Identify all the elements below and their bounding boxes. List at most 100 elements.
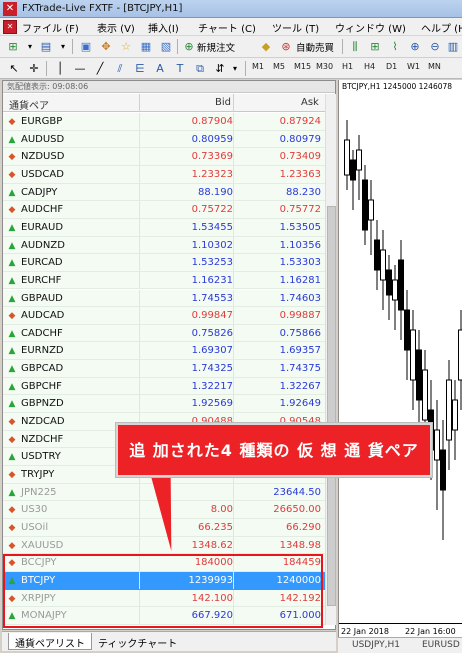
tab-symbol-list[interactable]: 通貨ペアリスト (8, 633, 92, 650)
symbol-row[interactable]: ▲ GBPCAD 1.74325 1.74375 (3, 360, 325, 378)
symbol-row[interactable]: ▲ EURAUD 1.53455 1.53505 (3, 218, 325, 237)
symbol-row[interactable]: ◆ NZDUSD 0.73369 0.73409 (3, 148, 325, 166)
zoom-in-icon[interactable]: ⊕ (407, 39, 423, 55)
new-chart-icon[interactable]: ⊞ (5, 39, 21, 55)
menu-file[interactable]: ファイル (F) (22, 20, 79, 35)
tile-windows-icon[interactable]: ▥ (445, 39, 461, 55)
ask-value: 23644.50 (273, 486, 321, 498)
timeframe-m30[interactable]: M30 (316, 62, 333, 71)
trendline-icon[interactable]: ╱ (92, 61, 108, 77)
dropdown-icon[interactable]: ▾ (227, 61, 243, 77)
candle-body (392, 279, 398, 301)
symbol-row[interactable]: ▲ GBPAUD 1.74553 1.74603 (3, 289, 325, 308)
new-order-icon[interactable]: ⊕ (181, 39, 197, 55)
profiles-icon[interactable]: ▤ (38, 39, 54, 55)
symbol-row[interactable]: ▲ EURCAD 1.53253 1.53303 (3, 254, 325, 272)
menu-chart[interactable]: チャート (C) (198, 20, 256, 35)
symbol-row[interactable]: ▲ GBPCHF 1.32217 1.32267 (3, 377, 325, 396)
column-divider (139, 183, 140, 201)
crosshair-icon[interactable]: ✛ (26, 61, 42, 77)
auto-trade-button[interactable]: 自動売買 (296, 40, 334, 54)
bid-value: 1348.62 (191, 539, 233, 551)
chart-tab-usdjpy[interactable]: USDJPY,H1 (352, 640, 400, 650)
timeframe-h4[interactable]: H4 (364, 62, 375, 71)
header-divider[interactable] (139, 94, 140, 112)
symbol-row[interactable]: ▲ AUDUSD 0.80959 0.80979 (3, 130, 325, 149)
timeframe-m5[interactable]: M5 (273, 62, 285, 71)
vertical-line-icon[interactable]: │ (52, 61, 68, 77)
menu-help[interactable]: ヘルプ (H) (421, 20, 462, 35)
timeframe-d1[interactable]: D1 (386, 62, 397, 71)
column-divider (233, 360, 234, 377)
cursor-icon[interactable]: ↖ (6, 61, 22, 77)
candlestick-icon[interactable]: ⊞ (367, 39, 383, 55)
dropdown-icon[interactable]: ▾ (22, 39, 38, 55)
fibonacci-icon[interactable]: ⋿ (132, 61, 148, 77)
symbol-name: GBPCHF (21, 380, 62, 392)
terminal-icon[interactable]: ▦ (138, 39, 154, 55)
chart-tab-eurusd[interactable]: EURUSD (422, 640, 460, 650)
shapes-icon[interactable]: ⇵ (212, 61, 228, 77)
vertical-scrollbar[interactable] (325, 94, 336, 625)
price-chart[interactable]: BTCJPY,H1 1245000 1246078 22 Jan 2018 22… (338, 80, 462, 650)
down-arrow-icon: ◆ (8, 434, 16, 445)
text-label-icon[interactable]: T (172, 61, 188, 77)
ask-value: 0.75772 (279, 204, 321, 216)
timeframe-w1[interactable]: W1 (407, 62, 420, 71)
zoom-out-icon[interactable]: ⊖ (427, 39, 443, 55)
new-order-button[interactable]: 新規注文 (197, 40, 235, 54)
header-symbol[interactable]: 通貨ペア (9, 97, 49, 112)
candle-body (434, 429, 440, 461)
symbol-row[interactable]: ▲ CADCHF 0.75826 0.75866 (3, 324, 325, 343)
symbol-name: NZDCAD (21, 416, 65, 428)
down-arrow-icon: ◆ (8, 522, 16, 533)
data-window-icon[interactable]: ☆ (118, 39, 134, 55)
horizontal-line-icon[interactable]: — (72, 61, 88, 77)
candle-body (410, 329, 416, 381)
symbol-row[interactable]: ◆ AUDCAD 0.99847 0.99887 (3, 307, 325, 325)
child-window-icon[interactable]: ✕ (3, 20, 17, 34)
symbol-row[interactable]: ◆ EURGBP 0.87904 0.87924 (3, 113, 325, 131)
column-divider (233, 148, 234, 165)
symbol-row[interactable]: ◆ AUDCHF 0.75722 0.75772 (3, 201, 325, 219)
navigator-icon[interactable]: ✥ (98, 39, 114, 55)
symbol-row[interactable]: ▲ EURCHF 1.16231 1.16281 (3, 271, 325, 290)
metaeditor-icon[interactable]: ◆ (258, 39, 274, 55)
dropdown-icon[interactable]: ▾ (55, 39, 71, 55)
bar-chart-icon[interactable]: ⫼ (347, 39, 363, 55)
timeframe-h1[interactable]: H1 (342, 62, 353, 71)
header-divider[interactable] (233, 94, 234, 112)
bid-value: 1.53253 (191, 257, 233, 269)
strategy-tester-icon[interactable]: ▧ (158, 39, 174, 55)
menu-tools[interactable]: ツール (T) (272, 20, 319, 35)
header-ask[interactable]: Ask (301, 97, 319, 108)
line-chart-icon[interactable]: ⌇ (387, 39, 403, 55)
timeframe-m1[interactable]: M1 (252, 62, 264, 71)
menu-window[interactable]: ウィンドウ (W) (335, 20, 406, 35)
symbol-name: EURCAD (21, 257, 63, 269)
up-arrow-icon: ▲ (8, 134, 16, 145)
menu-view[interactable]: 表示 (V) (97, 20, 135, 35)
symbol-name: NZDUSD (21, 151, 65, 163)
timeframe-m15[interactable]: M15 (294, 62, 311, 71)
symbol-name: GBPAUD (21, 292, 63, 304)
menu-insert[interactable]: 挿入(I) (148, 20, 179, 35)
channel-icon[interactable]: ⫽ (112, 61, 128, 77)
symbol-row[interactable]: ▲ CADJPY 88.190 88.230 (3, 183, 325, 202)
symbol-row[interactable]: ▲ GBPNZD 1.92569 1.92649 (3, 395, 325, 414)
symbol-row[interactable]: ▲ EURNZD 1.69307 1.69357 (3, 342, 325, 361)
text-icon[interactable]: A (152, 61, 168, 77)
tab-tick-chart[interactable]: ティックチャート (92, 633, 183, 650)
chart-window-tabs: USDJPY,H1 EURUSD (338, 637, 462, 653)
market-watch-icon[interactable]: ▣ (78, 39, 94, 55)
ask-value: 1.69357 (279, 345, 321, 357)
auto-trade-icon[interactable]: ⊛ (278, 39, 294, 55)
symbol-row[interactable]: ▲ AUDNZD 1.10302 1.10356 (3, 236, 325, 255)
header-bid[interactable]: Bid (215, 97, 231, 108)
symbol-row[interactable]: ◆ USDCAD 1.23323 1.23363 (3, 165, 325, 184)
candle-body (350, 159, 356, 181)
arrows-icon[interactable]: ⧉ (192, 61, 208, 77)
symbol-name: GBPNZD (21, 398, 64, 410)
timeframe-mn[interactable]: MN (428, 62, 441, 71)
scrollbar-thumb[interactable] (327, 206, 336, 606)
